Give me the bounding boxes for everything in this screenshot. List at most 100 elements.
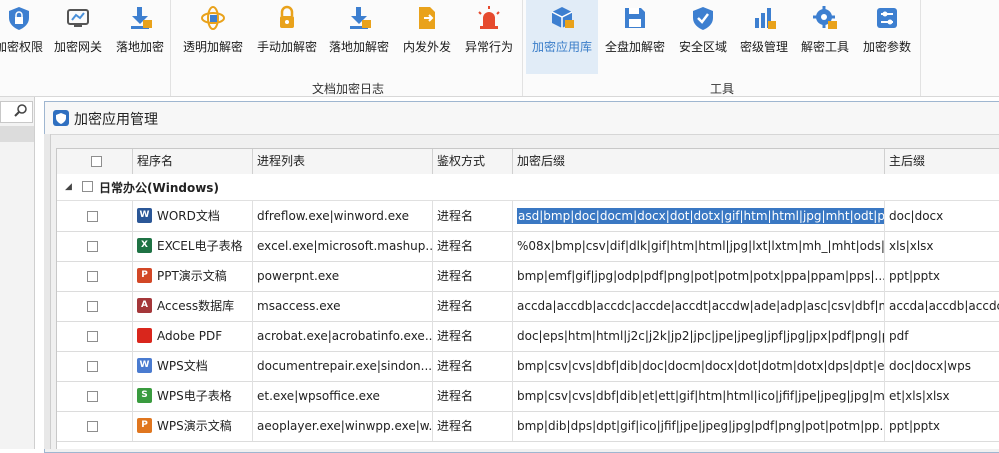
cell-encrypt-suffix: bmp|csv|cvs|dbf|dib|doc|docm|docx|dot|do…: [513, 351, 885, 381]
row-checkbox-cell[interactable]: [57, 381, 133, 411]
column-header-process-list[interactable]: 进程列表: [253, 149, 433, 174]
ribbon-button-label: 全盘加解密: [604, 40, 665, 54]
left-navigation-pane: [0, 97, 35, 449]
ribbon-button-manual-encrypt[interactable]: 手动加解密: [254, 0, 320, 74]
row-checkbox[interactable]: [87, 361, 98, 372]
cell-main-suffix: xls|xlsx: [889, 239, 934, 253]
ribbon-button-label: 解密工具: [800, 40, 849, 54]
ribbon-button-label: 加密应用库: [531, 40, 592, 54]
ribbon-button-decrypt-tool[interactable]: 解密工具: [796, 0, 854, 74]
row-checkbox[interactable]: [87, 421, 98, 432]
group-label-doc-log: 文档加密日志: [312, 82, 385, 96]
document-send-icon: [419, 7, 435, 29]
table-row[interactable]: P PPT演示文稿 powerpnt.exe 进程名 bmp|emf|gif|jpg|o…: [57, 261, 999, 292]
collapse-arrow-icon[interactable]: ◢: [65, 182, 72, 192]
group-row[interactable]: ◢ 日常办公(Windows): [57, 174, 999, 201]
cell-auth-method: 进程名: [433, 291, 513, 321]
ribbon-button-abnormal-behavior[interactable]: 异常行为: [460, 0, 518, 74]
excel-icon: X: [137, 238, 152, 253]
program-name-text: PPT演示文稿: [157, 269, 227, 283]
program-name-text: Adobe PDF: [157, 329, 223, 343]
row-checkbox-cell[interactable]: [57, 261, 133, 291]
program-name-text: WORD文档: [157, 209, 220, 223]
table-row[interactable]: A Access数据库 msaccess.exe 进程名 accda|accdb|acc…: [57, 291, 999, 322]
cell-main-suffix: doc|docx|wps: [889, 359, 971, 373]
program-name-text: EXCEL电子表格: [157, 239, 243, 253]
table-row[interactable]: W WORD文档 dfreflow.exe|winword.exe 进程名 asd|bm…: [57, 201, 999, 232]
table-row[interactable]: S WPS电子表格 et.exe|wpsoffice.exe 进程名 bmp|csv|c…: [57, 381, 999, 412]
app-shield-icon: [53, 110, 69, 126]
atom-lock-icon: [201, 6, 225, 30]
ribbon-button-full-disk-encrypt[interactable]: 全盘加解密: [602, 0, 668, 74]
ribbon-button-transparent-encrypt[interactable]: 透明加解密: [180, 0, 246, 74]
cell-auth-method: 进程名: [433, 231, 513, 261]
ribbon-button-label: 透明加解密: [182, 40, 243, 54]
row-checkbox[interactable]: [87, 211, 98, 222]
ribbon-button-encrypt-permission[interactable]: 加密权限: [0, 0, 44, 74]
row-checkbox-cell[interactable]: [57, 201, 133, 231]
row-checkbox[interactable]: [87, 301, 98, 312]
word-icon: W: [137, 208, 152, 223]
table-row[interactable]: P WPS演示文稿 aeoplayer.exe|winwpp.exe|w... 进程名…: [57, 411, 999, 442]
ribbon-button-label: 加密参数: [862, 40, 911, 54]
sliders-icon: [877, 8, 897, 28]
cell-encrypt-suffix: bmp|dib|dps|dpt|gif|ico|jfif|jpe|jpeg|jp…: [513, 411, 885, 441]
row-checkbox[interactable]: [87, 241, 98, 252]
ribbon-button-label: 加密权限: [0, 40, 43, 54]
adobe-pdf-icon: [137, 328, 152, 343]
ribbon-button-safe-zone[interactable]: 安全区域: [674, 0, 732, 74]
selected-suffix-text[interactable]: asd|bmp|doc|docm|docx|dot|dotx|gif|htm|h…: [517, 208, 884, 224]
download-lock-icon: [350, 7, 371, 29]
ribbon-button-encrypt-gateway[interactable]: 加密网关: [50, 0, 106, 74]
program-name-text: WPS演示文稿: [157, 419, 232, 433]
gateway-monitor-icon: [67, 9, 89, 27]
row-checkbox[interactable]: [87, 391, 98, 402]
alarm-light-icon: [478, 6, 500, 29]
row-checkbox-cell[interactable]: [57, 231, 133, 261]
select-all-checkbox[interactable]: [91, 156, 102, 167]
row-checkbox[interactable]: [87, 331, 98, 342]
column-header-auth-method[interactable]: 鉴权方式: [433, 149, 513, 174]
gear-lock-icon: [813, 6, 837, 29]
column-header-encrypt-suffix[interactable]: 加密后缀: [513, 149, 885, 174]
cell-auth-method: 进程名: [433, 381, 513, 411]
ribbon-button-label: 落地加解密: [328, 40, 389, 54]
cell-main-suffix: pdf: [889, 329, 909, 343]
table-row[interactable]: W WPS文档 documentrepair.exe|sindon... 进程名 bmp…: [57, 351, 999, 382]
cell-auth-method: 进程名: [433, 411, 513, 441]
table-row[interactable]: X EXCEL电子表格 excel.exe|microsoft.mashup....…: [57, 231, 999, 262]
table-row[interactable]: Adobe PDF acrobat.exe|acrobatinfo.exe... 进…: [57, 321, 999, 352]
row-checkbox-cell[interactable]: [57, 411, 133, 441]
ribbon-button-label: 内发外发: [402, 40, 451, 54]
ribbon-button-encrypt-app-library[interactable]: 加密应用库: [526, 0, 598, 74]
cell-process-list: documentrepair.exe|sindon...: [253, 351, 433, 381]
ribbon-button-level-management[interactable]: 密级管理: [736, 0, 792, 74]
column-header-program-name[interactable]: 程序名: [133, 149, 253, 174]
tree-selected-row[interactable]: [0, 126, 34, 142]
row-checkbox-cell[interactable]: [57, 321, 133, 351]
ribbon-toolbar: 加密权限 加密网关 落地加密 透明加解密 手动加解密 落地加解密 内发外发 异常…: [0, 0, 999, 97]
row-checkbox[interactable]: [87, 271, 98, 282]
column-header-main-suffix[interactable]: 主后缀: [885, 149, 999, 174]
row-checkbox-cell[interactable]: [57, 351, 133, 381]
cell-process-list: dfreflow.exe|winword.exe: [253, 201, 433, 231]
ribbon-button-label: 异常行为: [464, 40, 513, 54]
header-select-all[interactable]: [57, 149, 133, 174]
cell-program-name: S WPS电子表格: [133, 381, 253, 411]
ribbon-button-encrypt-params[interactable]: 加密参数: [858, 0, 916, 74]
search-icon[interactable]: [12, 103, 30, 119]
cell-program-name: P PPT演示文稿: [133, 261, 253, 291]
row-checkbox-cell[interactable]: [57, 291, 133, 321]
cell-encrypt-suffix[interactable]: asd|bmp|doc|docm|docx|dot|dotx|gif|htm|h…: [513, 201, 885, 231]
ribbon-button-outgoing[interactable]: 内发外发: [398, 0, 456, 74]
ribbon-button-label: 密级管理: [739, 40, 788, 54]
program-name-text: WPS电子表格: [157, 389, 232, 403]
window-side-bar: [44, 134, 51, 449]
ribbon-button-landing-encrypt[interactable]: 落地加密: [112, 0, 168, 74]
ribbon-button-landing-decrypt[interactable]: 落地加解密: [326, 0, 392, 74]
group-checkbox[interactable]: [82, 181, 93, 192]
cell-process-list: msaccess.exe: [253, 291, 433, 321]
ribbon-separator: [170, 0, 171, 96]
cell-auth-method: 进程名: [433, 351, 513, 381]
cell-encrypt-suffix: %08x|bmp|csv|dif|dlk|gif|htm|html|jpg|lx…: [513, 231, 885, 261]
